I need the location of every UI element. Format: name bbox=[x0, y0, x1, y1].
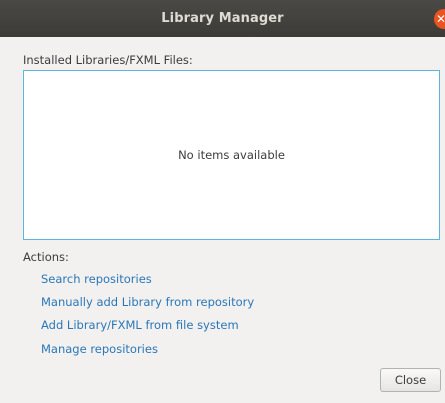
window-close-icon[interactable]: ✕ bbox=[434, 9, 445, 29]
installed-libraries-list[interactable]: No items available bbox=[23, 70, 440, 240]
actions-label: Actions: bbox=[23, 250, 69, 264]
manage-repositories-link[interactable]: Manage repositories bbox=[41, 342, 158, 356]
manually-add-library-link[interactable]: Manually add Library from repository bbox=[41, 295, 254, 309]
close-x-glyph: ✕ bbox=[435, 12, 445, 26]
window-title: Library Manager bbox=[161, 11, 284, 26]
close-button[interactable]: Close bbox=[380, 368, 441, 392]
add-library-from-file-link[interactable]: Add Library/FXML from file system bbox=[41, 318, 239, 332]
installed-libraries-label: Installed Libraries/FXML Files: bbox=[23, 53, 193, 67]
library-manager-window: Library Manager ✕ Installed Libraries/FX… bbox=[0, 0, 445, 403]
empty-list-message: No items available bbox=[178, 148, 285, 162]
search-repositories-link[interactable]: Search repositories bbox=[41, 272, 152, 286]
title-bar[interactable]: Library Manager ✕ bbox=[0, 0, 445, 37]
